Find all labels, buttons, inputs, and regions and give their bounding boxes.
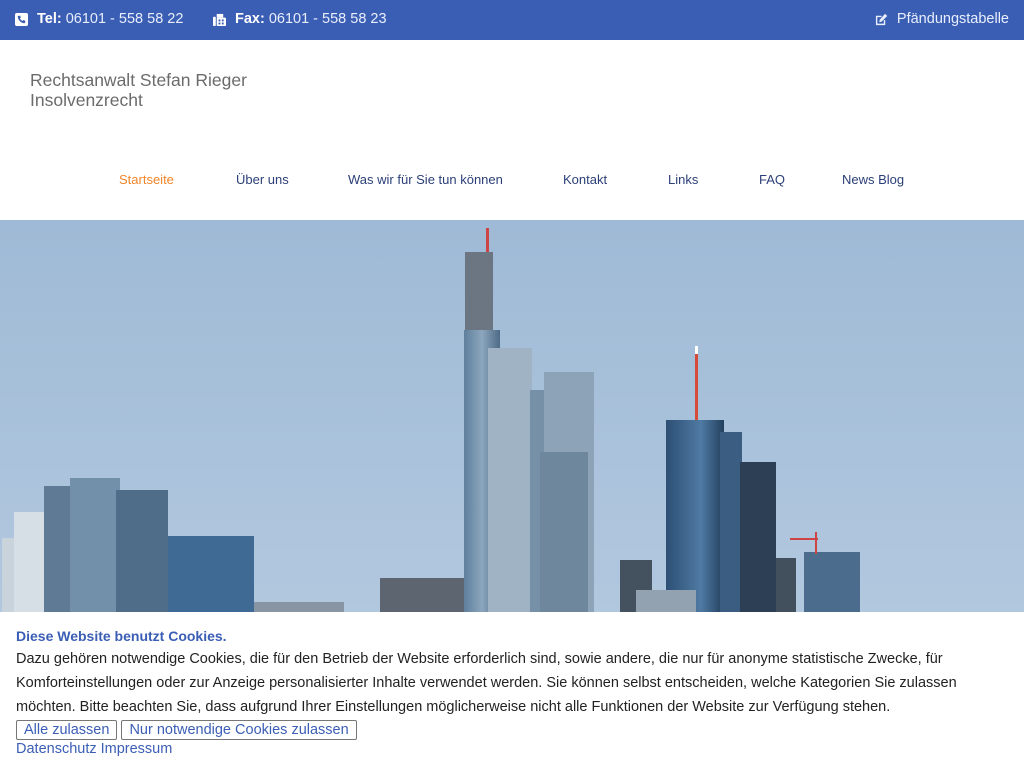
cookie-title: Diese Website benutzt Cookies. bbox=[16, 628, 227, 644]
nav-item-startseite[interactable]: Startseite bbox=[119, 172, 174, 187]
imprint-link[interactable]: Impressum bbox=[101, 741, 173, 757]
fax-contact: Fax: 06101 - 558 58 23 bbox=[213, 11, 387, 27]
accept-necessary-cookies-button[interactable]: Nur notwendige Cookies zulassen bbox=[121, 720, 357, 740]
nav-item-links[interactable]: Links bbox=[668, 172, 698, 187]
fax-icon bbox=[213, 13, 226, 26]
pfaendungstabelle-label[interactable]: Pfändungstabelle bbox=[897, 11, 1009, 27]
tel-label: Tel: bbox=[37, 11, 62, 27]
nav-item-kontakt[interactable]: Kontakt bbox=[563, 172, 607, 187]
main-navigation: Startseite Über uns Was wir für Sie tun … bbox=[0, 170, 1024, 190]
cookie-links: Datenschutz Impressum bbox=[16, 740, 1008, 758]
phone-icon bbox=[15, 12, 28, 26]
cookie-text: Dazu gehören notwendige Cookies, die für… bbox=[16, 651, 957, 715]
nav-item-news-blog[interactable]: News Blog bbox=[842, 172, 904, 187]
nav-item-faq[interactable]: FAQ bbox=[759, 172, 785, 187]
fax-label: Fax: bbox=[235, 11, 265, 27]
brand-title: Rechtsanwalt Stefan Rieger bbox=[30, 70, 247, 90]
cookie-buttons: Alle zulassen Nur notwendige Cookies zul… bbox=[16, 720, 1008, 740]
contact-bar: Tel: 06101 - 558 58 22 Fax: 06101 - 558 … bbox=[0, 0, 1024, 40]
edit-icon bbox=[875, 13, 888, 25]
nav-item-ueber-uns[interactable]: Über uns bbox=[236, 172, 289, 187]
phone-contact[interactable]: Tel: 06101 - 558 58 22 bbox=[15, 11, 183, 27]
fax-value: 06101 - 558 58 23 bbox=[268, 11, 387, 27]
pfaendungstabelle-link[interactable]: Pfändungstabelle bbox=[875, 11, 1009, 27]
privacy-link[interactable]: Datenschutz bbox=[16, 741, 97, 757]
accept-all-cookies-button[interactable]: Alle zulassen bbox=[16, 720, 118, 740]
cookie-banner: Diese Website benutzt Cookies. Dazu gehö… bbox=[0, 612, 1024, 768]
brand-subtitle: Insolvenzrecht bbox=[30, 90, 143, 110]
site-brand[interactable]: Rechtsanwalt Stefan Rieger Insolvenzrech… bbox=[30, 70, 247, 110]
nav-item-was-wir-tun[interactable]: Was wir für Sie tun können bbox=[348, 172, 503, 187]
tel-value[interactable]: 06101 - 558 58 22 bbox=[66, 11, 184, 27]
